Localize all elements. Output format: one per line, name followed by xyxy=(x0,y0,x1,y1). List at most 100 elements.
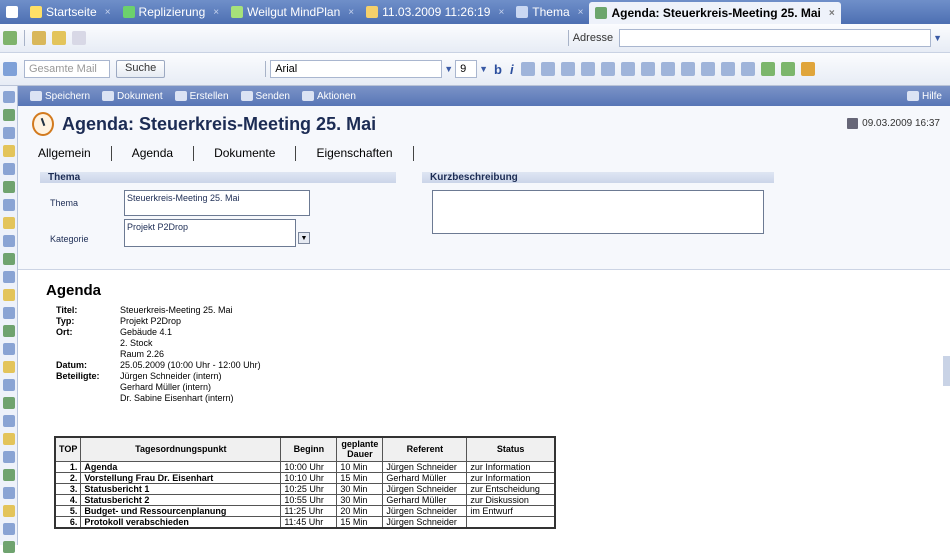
font-select[interactable]: Arial xyxy=(270,60,443,78)
action-3[interactable]: Senden xyxy=(240,91,290,102)
home-icon[interactable] xyxy=(52,31,66,45)
bold-button[interactable]: b xyxy=(494,62,502,77)
close-icon[interactable]: × xyxy=(578,7,584,18)
network-icon[interactable] xyxy=(3,31,17,45)
tab-0[interactable] xyxy=(0,2,24,22)
spellcheck-icon[interactable] xyxy=(780,62,795,76)
tab-dokumente[interactable]: Dokumente xyxy=(194,146,297,161)
close-icon[interactable]: × xyxy=(213,7,219,18)
color-icon[interactable] xyxy=(800,62,815,76)
search-icon[interactable] xyxy=(3,91,15,103)
circle-icon[interactable] xyxy=(3,235,15,247)
tab-allgemein[interactable]: Allgemein xyxy=(38,146,112,161)
search-button[interactable]: Suche xyxy=(116,60,166,78)
document-icon[interactable] xyxy=(3,163,15,175)
tab-2[interactable]: Replizierung × xyxy=(117,2,226,22)
globe-icon[interactable] xyxy=(3,487,15,499)
document-icon[interactable] xyxy=(3,181,15,193)
folder-icon[interactable] xyxy=(3,289,15,301)
italic-button[interactable]: i xyxy=(510,62,514,77)
justify-icon[interactable] xyxy=(680,62,695,76)
help-button[interactable]: Hilfe xyxy=(922,91,942,102)
document-icon[interactable] xyxy=(3,379,15,391)
folder-icon[interactable] xyxy=(3,397,15,409)
link-icon[interactable] xyxy=(740,62,755,76)
address-input[interactable] xyxy=(619,29,932,47)
align-right-icon[interactable] xyxy=(660,62,675,76)
image-icon[interactable] xyxy=(720,62,735,76)
attachment-icon[interactable] xyxy=(760,62,775,76)
numbered-list-icon[interactable] xyxy=(600,62,615,76)
close-icon[interactable]: × xyxy=(105,7,111,18)
tab-label: Replizierung xyxy=(138,5,206,19)
folder-icon[interactable] xyxy=(3,253,15,265)
person-icon[interactable] xyxy=(3,433,15,445)
list-icon[interactable] xyxy=(580,62,595,76)
pen-icon[interactable] xyxy=(520,62,535,76)
tab-6[interactable]: Agenda: Steuerkreis-Meeting 25. Mai × xyxy=(589,2,841,24)
window-icon[interactable] xyxy=(72,31,86,45)
tab-label: Weilgut MindPlan xyxy=(247,5,341,19)
action-1[interactable]: Dokument xyxy=(102,91,163,102)
meta-key: Beteiligte: xyxy=(56,371,100,381)
label-thema: Thema xyxy=(50,198,79,208)
document-icon[interactable] xyxy=(3,361,15,373)
action-2[interactable]: Erstellen xyxy=(174,91,229,102)
align-left-icon[interactable] xyxy=(620,62,635,76)
folder-icon[interactable] xyxy=(3,307,15,319)
close-icon[interactable]: × xyxy=(348,7,354,18)
thema-field[interactable]: Steuerkreis-Meeting 25. Mai xyxy=(124,190,310,216)
search-icon[interactable] xyxy=(3,343,15,355)
close-icon[interactable]: × xyxy=(829,8,835,19)
tools-icon[interactable] xyxy=(32,31,46,45)
folder-icon[interactable] xyxy=(3,325,15,337)
calendar-icon[interactable] xyxy=(3,109,15,121)
tab-3[interactable]: Weilgut MindPlan × xyxy=(225,2,360,22)
table-cell: 15 Min xyxy=(336,515,384,528)
person-icon[interactable] xyxy=(3,415,15,427)
separator xyxy=(24,30,25,46)
chevron-down-icon[interactable]: ▼ xyxy=(444,64,453,74)
kurzbeschreibung-field[interactable] xyxy=(432,190,764,234)
table-cell: 10:25 Uhr xyxy=(280,482,338,495)
network-icon[interactable] xyxy=(3,505,15,517)
align-center-icon[interactable] xyxy=(640,62,655,76)
outdent-icon[interactable] xyxy=(560,62,575,76)
calendar-icon[interactable] xyxy=(3,145,15,157)
action-4[interactable]: Aktionen xyxy=(302,91,356,102)
meta-value: Dr. Sabine Eisenhart (intern) xyxy=(120,393,234,403)
help-icon[interactable] xyxy=(3,523,15,535)
separator xyxy=(567,30,569,46)
scrollbar[interactable] xyxy=(943,356,950,386)
mail-icon[interactable] xyxy=(3,127,15,139)
meta-value: Gerhard Müller (intern) xyxy=(120,382,212,392)
sync-icon[interactable] xyxy=(3,217,15,229)
table-cell: 10:10 Uhr xyxy=(280,471,338,484)
close-icon[interactable]: × xyxy=(498,7,504,18)
tab-5[interactable]: Thema × xyxy=(510,2,589,22)
kategorie-field[interactable]: Projekt P2Drop xyxy=(124,219,296,247)
mail-icon[interactable] xyxy=(3,62,17,76)
table-icon[interactable] xyxy=(700,62,715,76)
table-icon[interactable] xyxy=(3,271,15,283)
person-icon[interactable] xyxy=(3,451,15,463)
action-0[interactable]: Speichern xyxy=(30,91,90,102)
chevron-down-icon[interactable]: ▼ xyxy=(933,33,942,43)
check-icon[interactable] xyxy=(3,199,15,211)
person-icon[interactable] xyxy=(3,469,15,481)
tab-4[interactable]: 11.03.2009 11:26:19 × xyxy=(360,2,510,22)
tab-eigenschaften[interactable]: Eigenschaften xyxy=(296,146,414,161)
chevron-down-icon[interactable]: ▼ xyxy=(298,232,310,244)
tab-1[interactable]: Startseite × xyxy=(24,2,117,22)
help-icon[interactable] xyxy=(906,91,919,101)
indent-icon[interactable] xyxy=(540,62,555,76)
size-select[interactable]: 9 xyxy=(455,60,478,78)
chevron-down-icon[interactable]: ▼ xyxy=(479,64,488,74)
settings-icon[interactable] xyxy=(3,541,15,553)
table-cell: zur Information xyxy=(466,460,556,473)
tab-agenda[interactable]: Agenda xyxy=(112,146,195,161)
search-input[interactable]: Gesamte Mail xyxy=(24,60,110,78)
action-label: Speichern xyxy=(45,90,91,102)
meta-key: Datum: xyxy=(56,360,87,370)
table-cell: Gerhard Müller xyxy=(382,493,468,506)
